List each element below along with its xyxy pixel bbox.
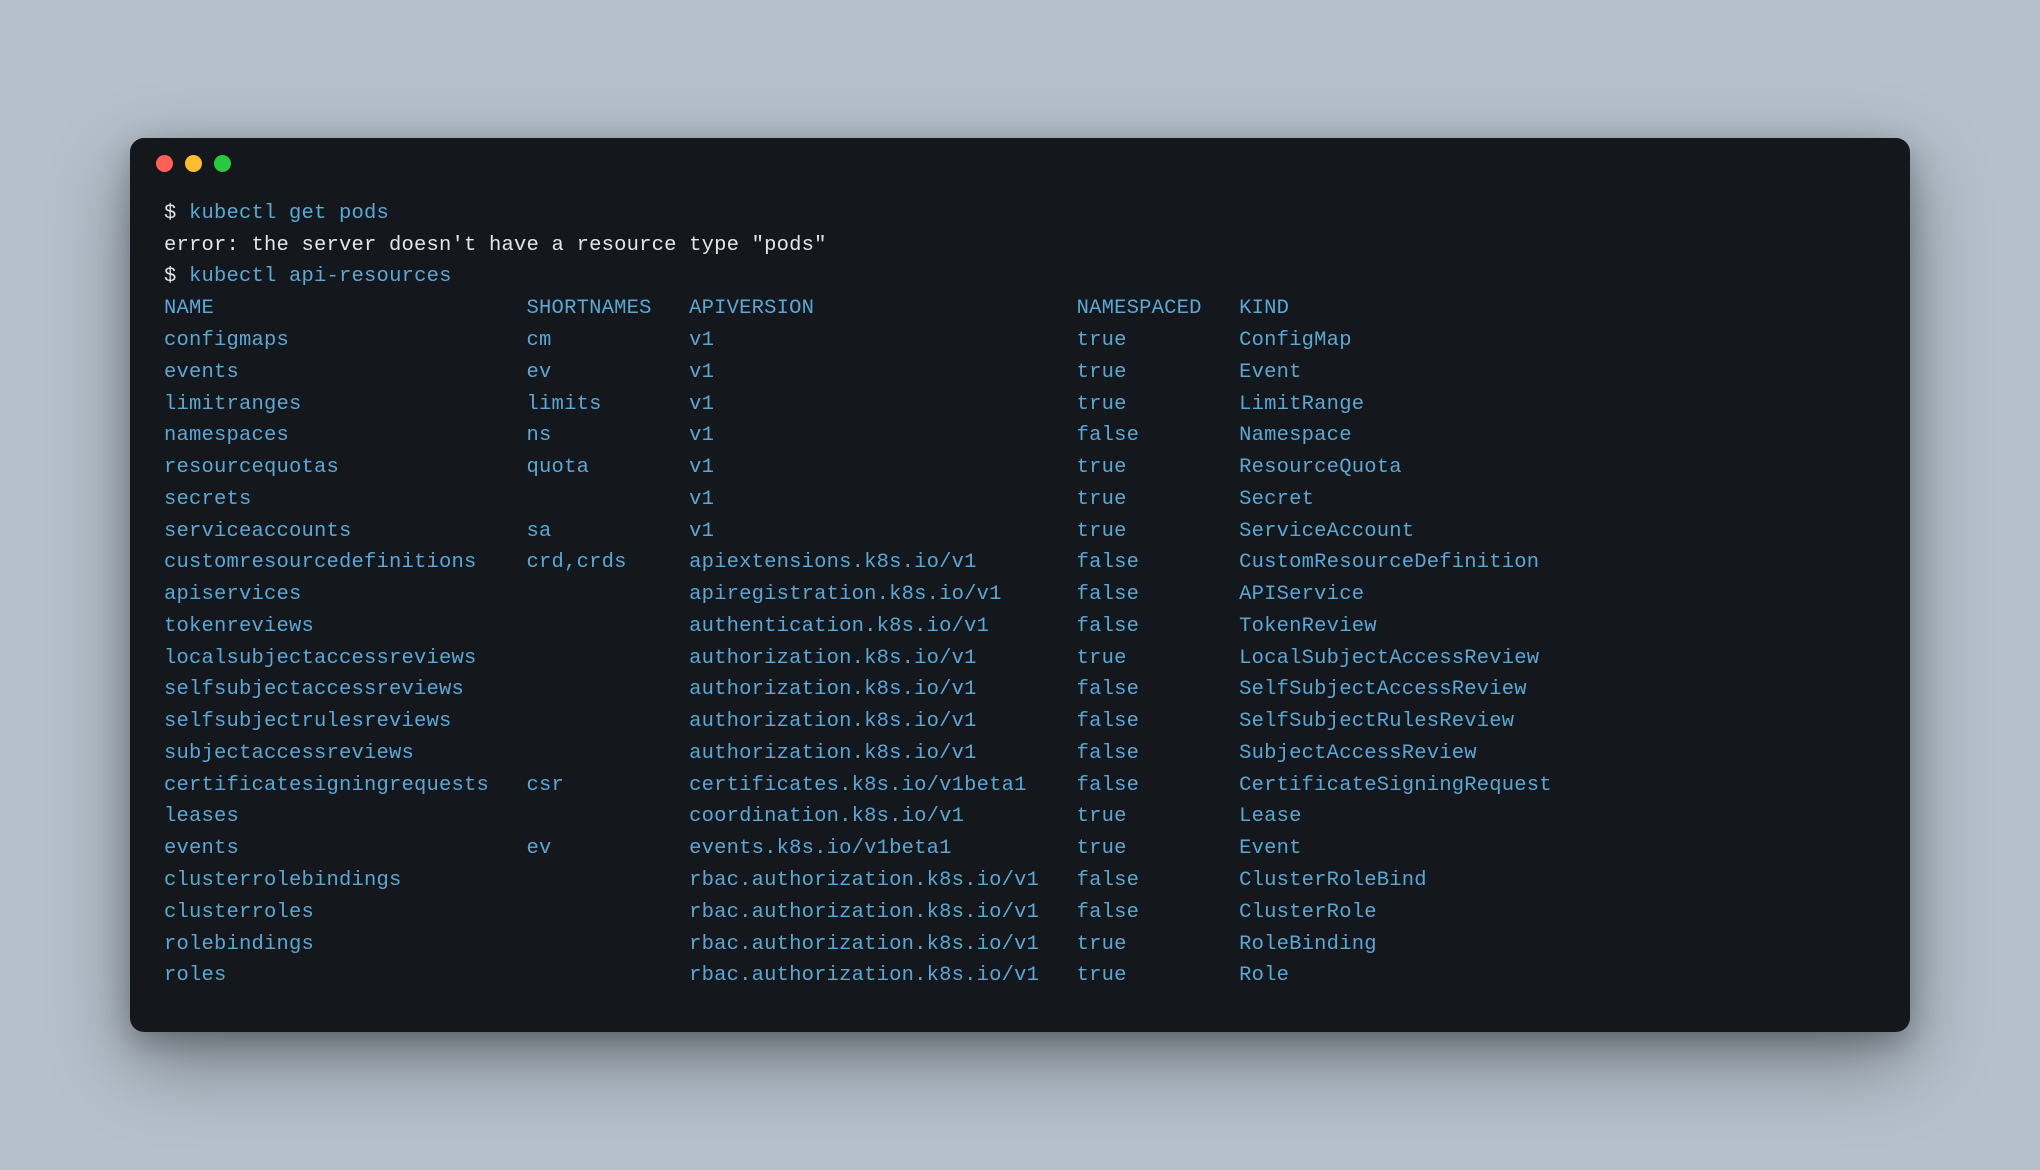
table-row: clusterroles rbac.authorization.k8s.io/v… bbox=[164, 901, 1377, 924]
command-1: kubectl get pods bbox=[189, 202, 389, 225]
prompt-symbol: $ bbox=[164, 202, 177, 225]
table-row: events ev v1 true Event bbox=[164, 361, 1302, 384]
terminal-output[interactable]: $ kubectl get pods error: the server doe… bbox=[130, 190, 1910, 1032]
maximize-icon[interactable] bbox=[214, 155, 231, 172]
table-row: selfsubjectrulesreviews authorization.k8… bbox=[164, 710, 1514, 733]
table-row: configmaps cm v1 true ConfigMap bbox=[164, 329, 1352, 352]
table-row: roles rbac.authorization.k8s.io/v1 true … bbox=[164, 964, 1289, 987]
minimize-icon[interactable] bbox=[185, 155, 202, 172]
table-row: serviceaccounts sa v1 true ServiceAccoun… bbox=[164, 520, 1414, 543]
table-row: limitranges limits v1 true LimitRange bbox=[164, 393, 1364, 416]
table-row: tokenreviews authentication.k8s.io/v1 fa… bbox=[164, 615, 1377, 638]
close-icon[interactable] bbox=[156, 155, 173, 172]
table-body: configmaps cm v1 true ConfigMap events e… bbox=[164, 329, 1552, 987]
table-row: certificatesigningrequests csr certifica… bbox=[164, 774, 1552, 797]
table-header-row: NAME SHORTNAMES APIVERSION NAMESPACED KI… bbox=[164, 297, 1289, 320]
table-row: selfsubjectaccessreviews authorization.k… bbox=[164, 678, 1527, 701]
table-row: clusterrolebindings rbac.authorization.k… bbox=[164, 869, 1427, 892]
table-row: rolebindings rbac.authorization.k8s.io/v… bbox=[164, 933, 1377, 956]
window-titlebar bbox=[130, 138, 1910, 190]
table-row: secrets v1 true Secret bbox=[164, 488, 1314, 511]
terminal-window: $ kubectl get pods error: the server doe… bbox=[130, 138, 1910, 1032]
table-row: subjectaccessreviews authorization.k8s.i… bbox=[164, 742, 1477, 765]
table-row: apiservices apiregistration.k8s.io/v1 fa… bbox=[164, 583, 1364, 606]
table-row: leases coordination.k8s.io/v1 true Lease bbox=[164, 805, 1302, 828]
command-1-output: error: the server doesn't have a resourc… bbox=[164, 234, 827, 257]
table-row: customresourcedefinitions crd,crds apiex… bbox=[164, 551, 1539, 574]
command-2: kubectl api-resources bbox=[189, 265, 452, 288]
table-row: events ev events.k8s.io/v1beta1 true Eve… bbox=[164, 837, 1302, 860]
prompt-symbol: $ bbox=[164, 265, 177, 288]
table-row: resourcequotas quota v1 true ResourceQuo… bbox=[164, 456, 1402, 479]
table-row: namespaces ns v1 false Namespace bbox=[164, 424, 1352, 447]
table-row: localsubjectaccessreviews authorization.… bbox=[164, 647, 1539, 670]
